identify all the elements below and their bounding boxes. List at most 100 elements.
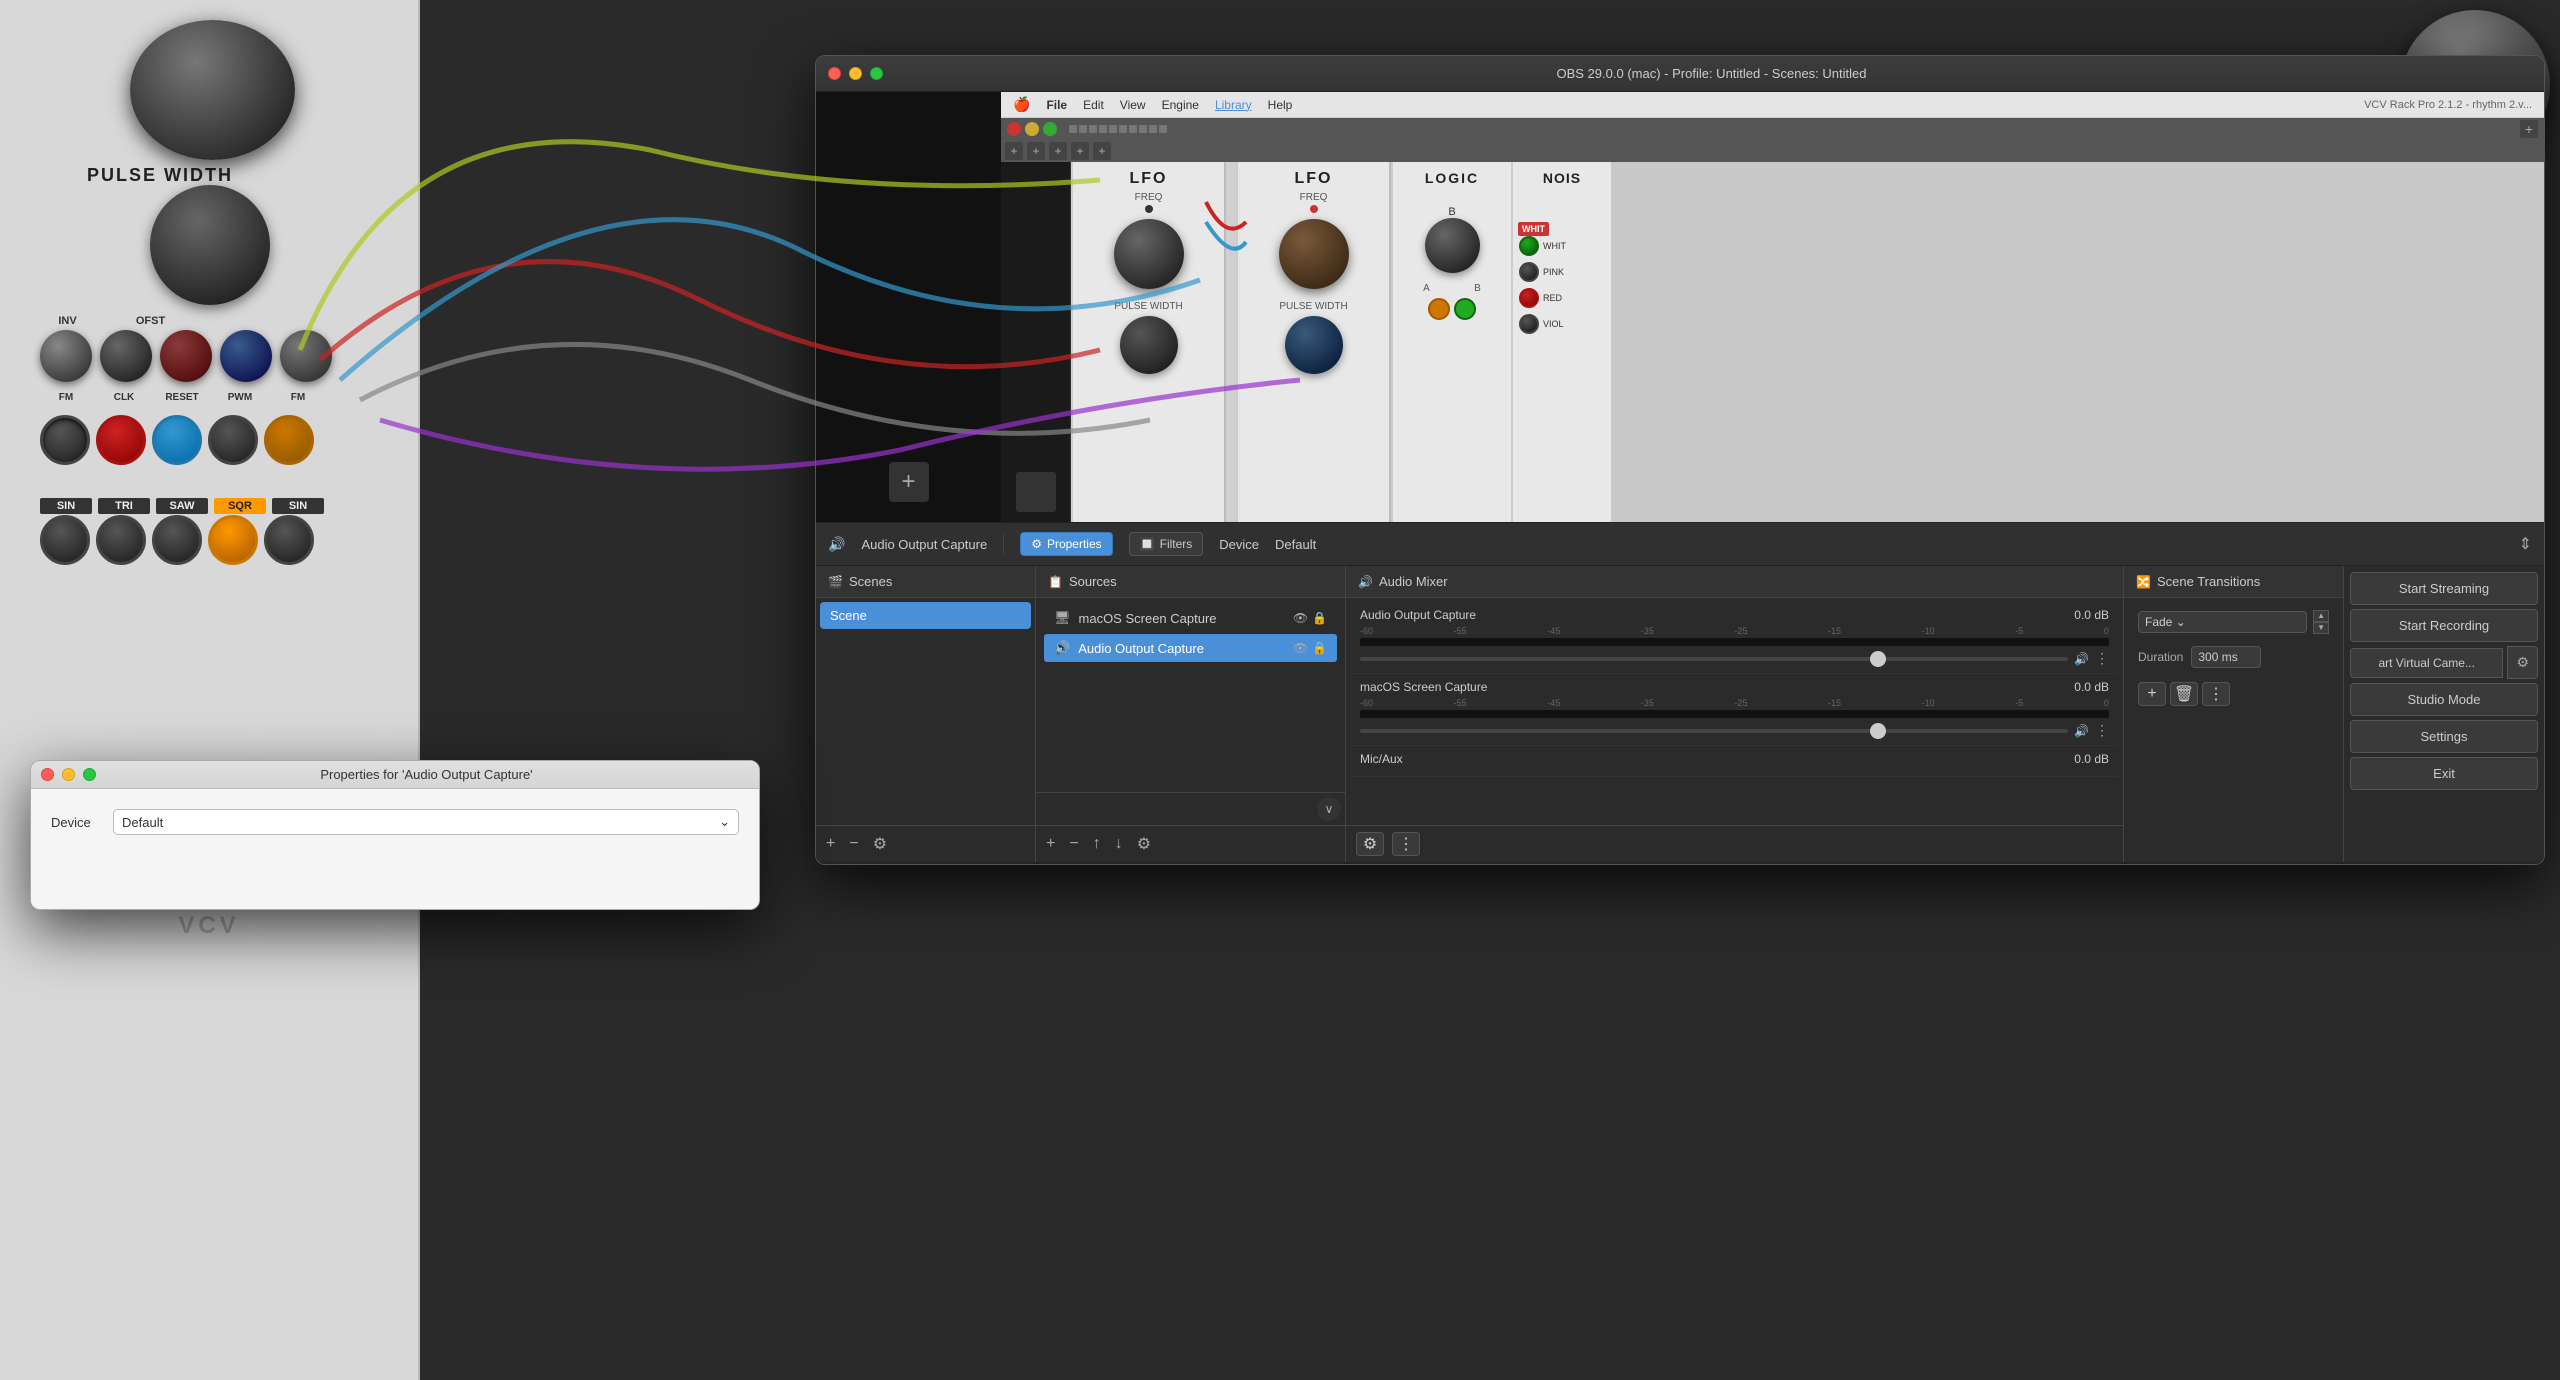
menu-edit[interactable]: Edit bbox=[1083, 98, 1104, 112]
jack-fm-1[interactable] bbox=[40, 415, 90, 465]
screen-visibility-btn[interactable]: 👁 bbox=[1293, 611, 1308, 625]
rack-plus-2[interactable]: + bbox=[1027, 142, 1045, 160]
transition-spin-up[interactable]: ▲ bbox=[2313, 610, 2329, 622]
transition-select[interactable]: Fade ⌄ bbox=[2138, 611, 2307, 633]
audio-more-btn[interactable]: ⋮ bbox=[1392, 832, 1420, 856]
device-select-value: Default bbox=[122, 815, 163, 830]
jack-a[interactable] bbox=[1428, 298, 1450, 320]
track2-mute[interactable]: 🔊 bbox=[2074, 724, 2089, 738]
expand-icon[interactable]: ⇕ bbox=[2519, 534, 2532, 554]
sources-add-btn[interactable]: + bbox=[1040, 830, 1061, 858]
vcv-close[interactable] bbox=[1007, 122, 1021, 136]
track1-more[interactable]: ⋮ bbox=[2095, 650, 2109, 667]
jack-saw[interactable] bbox=[152, 515, 202, 565]
virtual-camera-button[interactable]: art Virtual Came... bbox=[2350, 648, 2503, 678]
sources-remove-btn[interactable]: − bbox=[1063, 830, 1084, 858]
rack-plus-4[interactable]: + bbox=[1071, 142, 1089, 160]
plus-btn[interactable]: + bbox=[2520, 120, 2538, 138]
fm-label-2: FM bbox=[272, 392, 324, 403]
sources-down-btn[interactable]: ↓ bbox=[1109, 830, 1129, 858]
jack-fm-2[interactable] bbox=[264, 415, 314, 465]
jack-sin[interactable] bbox=[40, 515, 90, 565]
track2-fader-thumb[interactable] bbox=[1870, 723, 1886, 739]
rack-plus-5[interactable]: + bbox=[1093, 142, 1111, 160]
jack-reset[interactable] bbox=[152, 415, 202, 465]
track1-fader-thumb[interactable] bbox=[1870, 651, 1886, 667]
jack-sqr[interactable] bbox=[208, 515, 258, 565]
dialog-max-btn[interactable] bbox=[83, 768, 96, 781]
sources-icon: 📋 bbox=[1048, 575, 1063, 589]
duration-input[interactable]: 300 ms bbox=[2191, 646, 2261, 668]
ofst-knob[interactable] bbox=[160, 330, 212, 382]
source-item-audio[interactable]: 🔊 Audio Output Capture 👁 🔒 bbox=[1044, 634, 1337, 662]
clk-label: CLK bbox=[98, 392, 150, 403]
properties-button[interactable]: ⚙ Studio Mode Properties bbox=[1020, 532, 1112, 556]
fm-knob-1[interactable] bbox=[40, 330, 92, 382]
reset-label: RESET bbox=[156, 392, 208, 403]
exit-button[interactable]: Exit bbox=[2350, 757, 2538, 790]
transition-add-btn[interactable]: + bbox=[2138, 682, 2166, 706]
rack-plus-3[interactable]: + bbox=[1049, 142, 1067, 160]
scene-item-scene[interactable]: Scene bbox=[820, 602, 1031, 629]
track2-fader[interactable] bbox=[1360, 729, 2068, 733]
scenes-settings-btn[interactable]: ⚙ bbox=[867, 830, 893, 858]
menu-file[interactable]: File bbox=[1046, 98, 1067, 112]
rack-plus-1[interactable]: + bbox=[1005, 142, 1023, 160]
track1-fader[interactable] bbox=[1360, 657, 2068, 661]
dialog-close-btn[interactable] bbox=[41, 768, 54, 781]
inv-knob[interactable] bbox=[100, 330, 152, 382]
jack-tri[interactable] bbox=[96, 515, 146, 565]
jack-b[interactable] bbox=[1454, 298, 1476, 320]
jack-pwm[interactable] bbox=[208, 415, 258, 465]
sqr-label: SQR bbox=[214, 498, 266, 514]
sources-settings-btn[interactable]: ⚙ bbox=[1131, 830, 1157, 858]
fm-knob-2[interactable] bbox=[280, 330, 332, 382]
maximize-button[interactable] bbox=[870, 67, 883, 80]
red-jack[interactable] bbox=[1519, 288, 1539, 308]
scenes-remove-btn[interactable]: − bbox=[843, 830, 864, 858]
track1-mute[interactable]: 🔊 bbox=[2074, 652, 2089, 666]
source-item-screen[interactable]: 🖥 macOS Screen Capture 👁 🔒 bbox=[1044, 604, 1337, 632]
virtual-camera-row: art Virtual Came... ⚙ bbox=[2350, 646, 2538, 679]
vcv-max[interactable] bbox=[1043, 122, 1057, 136]
transition-delete-btn[interactable]: 🗑 bbox=[2170, 682, 2198, 706]
viol-jack[interactable] bbox=[1519, 314, 1539, 334]
scenes-add-btn[interactable]: + bbox=[820, 830, 841, 858]
menu-library[interactable]: Library bbox=[1215, 98, 1252, 112]
virtual-camera-settings-btn[interactable]: ⚙ bbox=[2507, 646, 2538, 679]
preview-add-btn[interactable]: + bbox=[889, 462, 929, 502]
start-recording-button[interactable]: Start Recording bbox=[2350, 609, 2538, 642]
minimize-button[interactable] bbox=[849, 67, 862, 80]
pwm-knob[interactable] bbox=[220, 330, 272, 382]
pulse-width-knob[interactable] bbox=[150, 185, 270, 305]
jack-sin-2[interactable] bbox=[264, 515, 314, 565]
properties-dialog: Properties for 'Audio Output Capture' De… bbox=[30, 760, 760, 910]
pink-jack[interactable] bbox=[1519, 262, 1539, 282]
audio-visibility-btn[interactable]: 👁 bbox=[1293, 641, 1308, 655]
audio-settings-btn[interactable]: ⚙ bbox=[1356, 832, 1384, 856]
transition-buttons: + 🗑 ⋮ bbox=[2128, 676, 2339, 712]
track2-more[interactable]: ⋮ bbox=[2095, 722, 2109, 739]
jack-clk[interactable] bbox=[96, 415, 146, 465]
pulse-width-knob-top[interactable] bbox=[130, 20, 295, 160]
obs-preview: + 🍎 File Edit View Engine Library Help V… bbox=[816, 92, 2544, 522]
transition-more-btn[interactable]: ⋮ bbox=[2202, 682, 2230, 706]
screen-lock-btn[interactable]: 🔒 bbox=[1312, 611, 1327, 625]
filters-button[interactable]: 🔲 Filters bbox=[1129, 532, 1204, 556]
start-streaming-button[interactable]: Start Streaming bbox=[2350, 572, 2538, 605]
menu-engine[interactable]: Engine bbox=[1162, 98, 1199, 112]
saw-label: SAW bbox=[156, 498, 208, 514]
studio-mode-button[interactable]: Studio Mode bbox=[2350, 683, 2538, 716]
whit-jack[interactable] bbox=[1519, 236, 1539, 256]
menu-view[interactable]: View bbox=[1120, 98, 1146, 112]
menu-help[interactable]: Help bbox=[1268, 98, 1293, 112]
settings-button[interactable]: Settings bbox=[2350, 720, 2538, 753]
close-button[interactable] bbox=[828, 67, 841, 80]
sources-up-btn[interactable]: ↑ bbox=[1087, 830, 1107, 858]
transition-spin-down[interactable]: ▼ bbox=[2313, 622, 2329, 634]
dialog-min-btn[interactable] bbox=[62, 768, 75, 781]
vcv-min[interactable] bbox=[1025, 122, 1039, 136]
audio-lock-btn[interactable]: 🔒 bbox=[1312, 641, 1327, 655]
sources-scroll-btn[interactable]: ∨ bbox=[1317, 797, 1341, 821]
device-select[interactable]: Default ⌄ bbox=[113, 809, 739, 835]
